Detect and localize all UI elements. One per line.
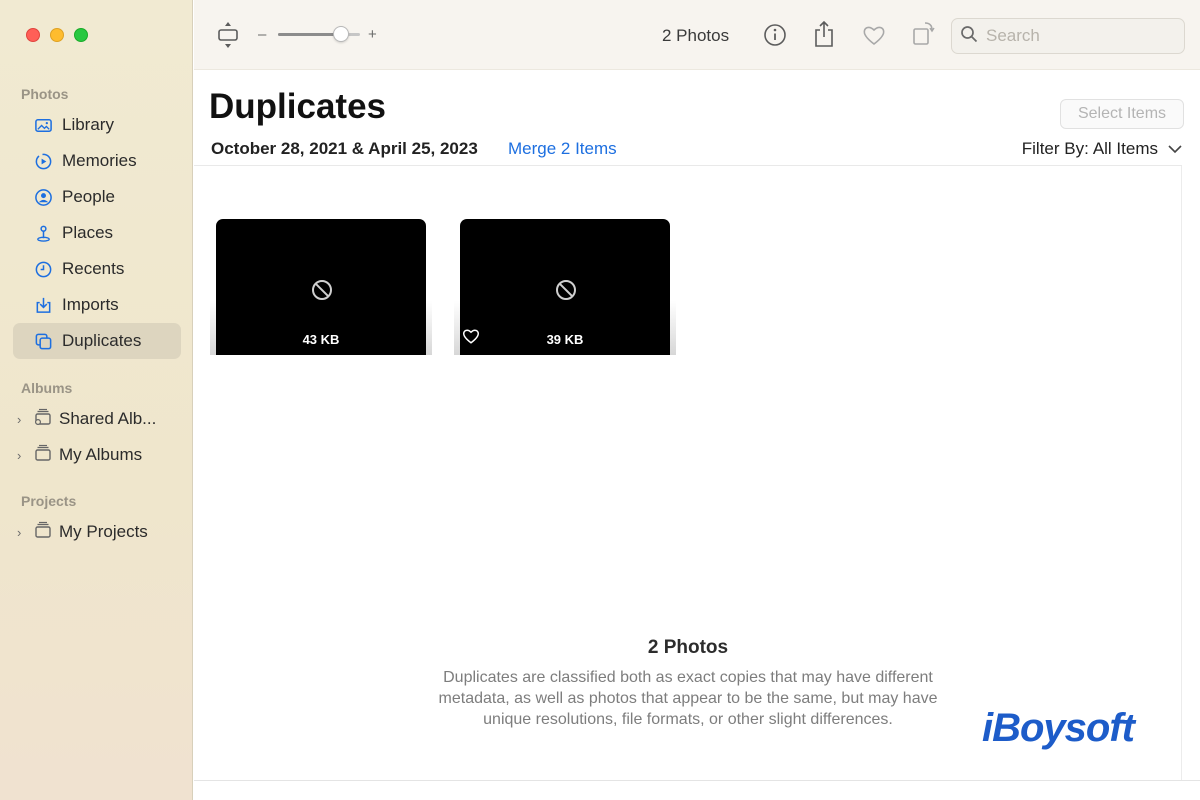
project-stack-icon: [33, 520, 53, 545]
sidebar-item-label: Library: [62, 115, 114, 134]
chevron-down-icon: [1168, 141, 1182, 157]
chevron-right-icon[interactable]: ›: [17, 525, 27, 540]
page-title: Duplicates: [209, 87, 386, 126]
photos-window: Photos Library Memories People Places Re…: [0, 0, 1200, 800]
zoom-slider-fill: [278, 33, 340, 36]
search-input[interactable]: [986, 26, 1166, 46]
library-icon: [33, 115, 53, 135]
summary-title: 2 Photos: [647, 637, 729, 658]
chevron-right-icon[interactable]: ›: [17, 448, 27, 463]
memories-icon: [33, 151, 53, 171]
main-content: Duplicates Select Items October 28, 2021…: [194, 71, 1200, 800]
sidebar-item-imports[interactable]: Imports: [13, 287, 181, 323]
section-header-projects: Projects: [21, 493, 77, 509]
sidebar-item-label: Imports: [62, 295, 119, 314]
sidebar: Photos Library Memories People Places Re…: [0, 0, 193, 800]
sidebar-item-label: Recents: [62, 259, 125, 278]
window-controls: [26, 28, 88, 42]
sidebar-item-library[interactable]: Library: [13, 107, 181, 143]
search-field[interactable]: [951, 18, 1185, 54]
duplicate-date-range: October 28, 2021 & April 25, 2023: [211, 139, 478, 158]
unavailable-icon: [555, 279, 577, 301]
sidebar-group-shared-albums[interactable]: › Shared Alb...: [17, 404, 187, 434]
filter-dropdown[interactable]: Filter By: All Items: [1022, 139, 1182, 159]
filter-value: All Items: [1092, 139, 1158, 158]
shared-album-icon: [33, 407, 53, 432]
heart-icon[interactable]: [861, 23, 887, 47]
sidebar-group-label: My Albums: [59, 445, 143, 464]
section-header-albums: Albums: [21, 380, 73, 396]
zoom-slider[interactable]: [278, 26, 360, 42]
zoom-in-button[interactable]: +: [368, 26, 377, 43]
toolbar: – + 2 Photos: [194, 0, 1200, 70]
iboysoft-watermark-logo: iBoysoft: [982, 706, 1135, 750]
sidebar-item-duplicates[interactable]: Duplicates: [13, 323, 181, 359]
sidebar-group-label: My Projects: [59, 522, 148, 541]
share-icon[interactable]: [812, 20, 836, 48]
imports-icon: [33, 295, 53, 315]
filter-label: Filter By:: [1021, 139, 1089, 158]
info-icon[interactable]: [763, 23, 787, 47]
sidebar-item-recents[interactable]: Recents: [13, 251, 181, 287]
merge-items-button[interactable]: Merge 2 Items: [508, 139, 617, 159]
sidebar-item-label: Places: [62, 223, 114, 242]
sidebar-item-label: People: [62, 187, 115, 206]
minimize-window-button[interactable]: [50, 28, 64, 42]
select-items-button[interactable]: Select Items: [1060, 99, 1184, 129]
header-divider: [194, 165, 1182, 166]
search-icon: [960, 25, 978, 48]
section-header-photos: Photos: [21, 86, 69, 102]
sidebar-item-label: Memories: [62, 151, 137, 170]
autofit-icon[interactable]: [214, 20, 242, 50]
photo-thumbnail[interactable]: 43 KB: [210, 219, 432, 355]
content-bottom-edge: [194, 780, 1200, 781]
zoom-slider-knob[interactable]: [333, 26, 349, 42]
sidebar-group-label: Shared Alb...: [59, 409, 157, 428]
sidebar-item-places[interactable]: Places: [13, 215, 181, 251]
sidebar-item-memories[interactable]: Memories: [13, 143, 181, 179]
photo-preview[interactable]: 43 KB: [216, 219, 426, 355]
photo-count: 2 Photos: [662, 26, 730, 45]
photo-preview[interactable]: 39 KB: [460, 219, 670, 355]
rotate-icon[interactable]: [911, 20, 937, 48]
sidebar-item-label: Duplicates: [62, 331, 142, 350]
unavailable-icon: [311, 279, 333, 301]
sidebar-group-my-projects[interactable]: › My Projects: [17, 517, 187, 547]
people-icon: [33, 187, 53, 207]
places-icon: [33, 223, 53, 243]
close-window-button[interactable]: [26, 28, 40, 42]
sidebar-item-people[interactable]: People: [13, 179, 181, 215]
album-stack-icon: [33, 443, 53, 468]
content-edge: [1181, 166, 1182, 781]
sidebar-group-my-albums[interactable]: › My Albums: [17, 440, 187, 470]
photo-thumbnail[interactable]: 39 KB: [454, 219, 676, 355]
chevron-right-icon[interactable]: ›: [17, 412, 27, 427]
duplicates-icon: [33, 331, 53, 351]
file-size-label: 43 KB: [302, 332, 340, 347]
zoom-window-button[interactable]: [74, 28, 88, 42]
summary-description: Duplicates are classified both as exact …: [438, 669, 938, 728]
zoom-out-button[interactable]: –: [258, 26, 266, 43]
file-size-label: 39 KB: [546, 332, 584, 347]
recents-icon: [33, 259, 53, 279]
